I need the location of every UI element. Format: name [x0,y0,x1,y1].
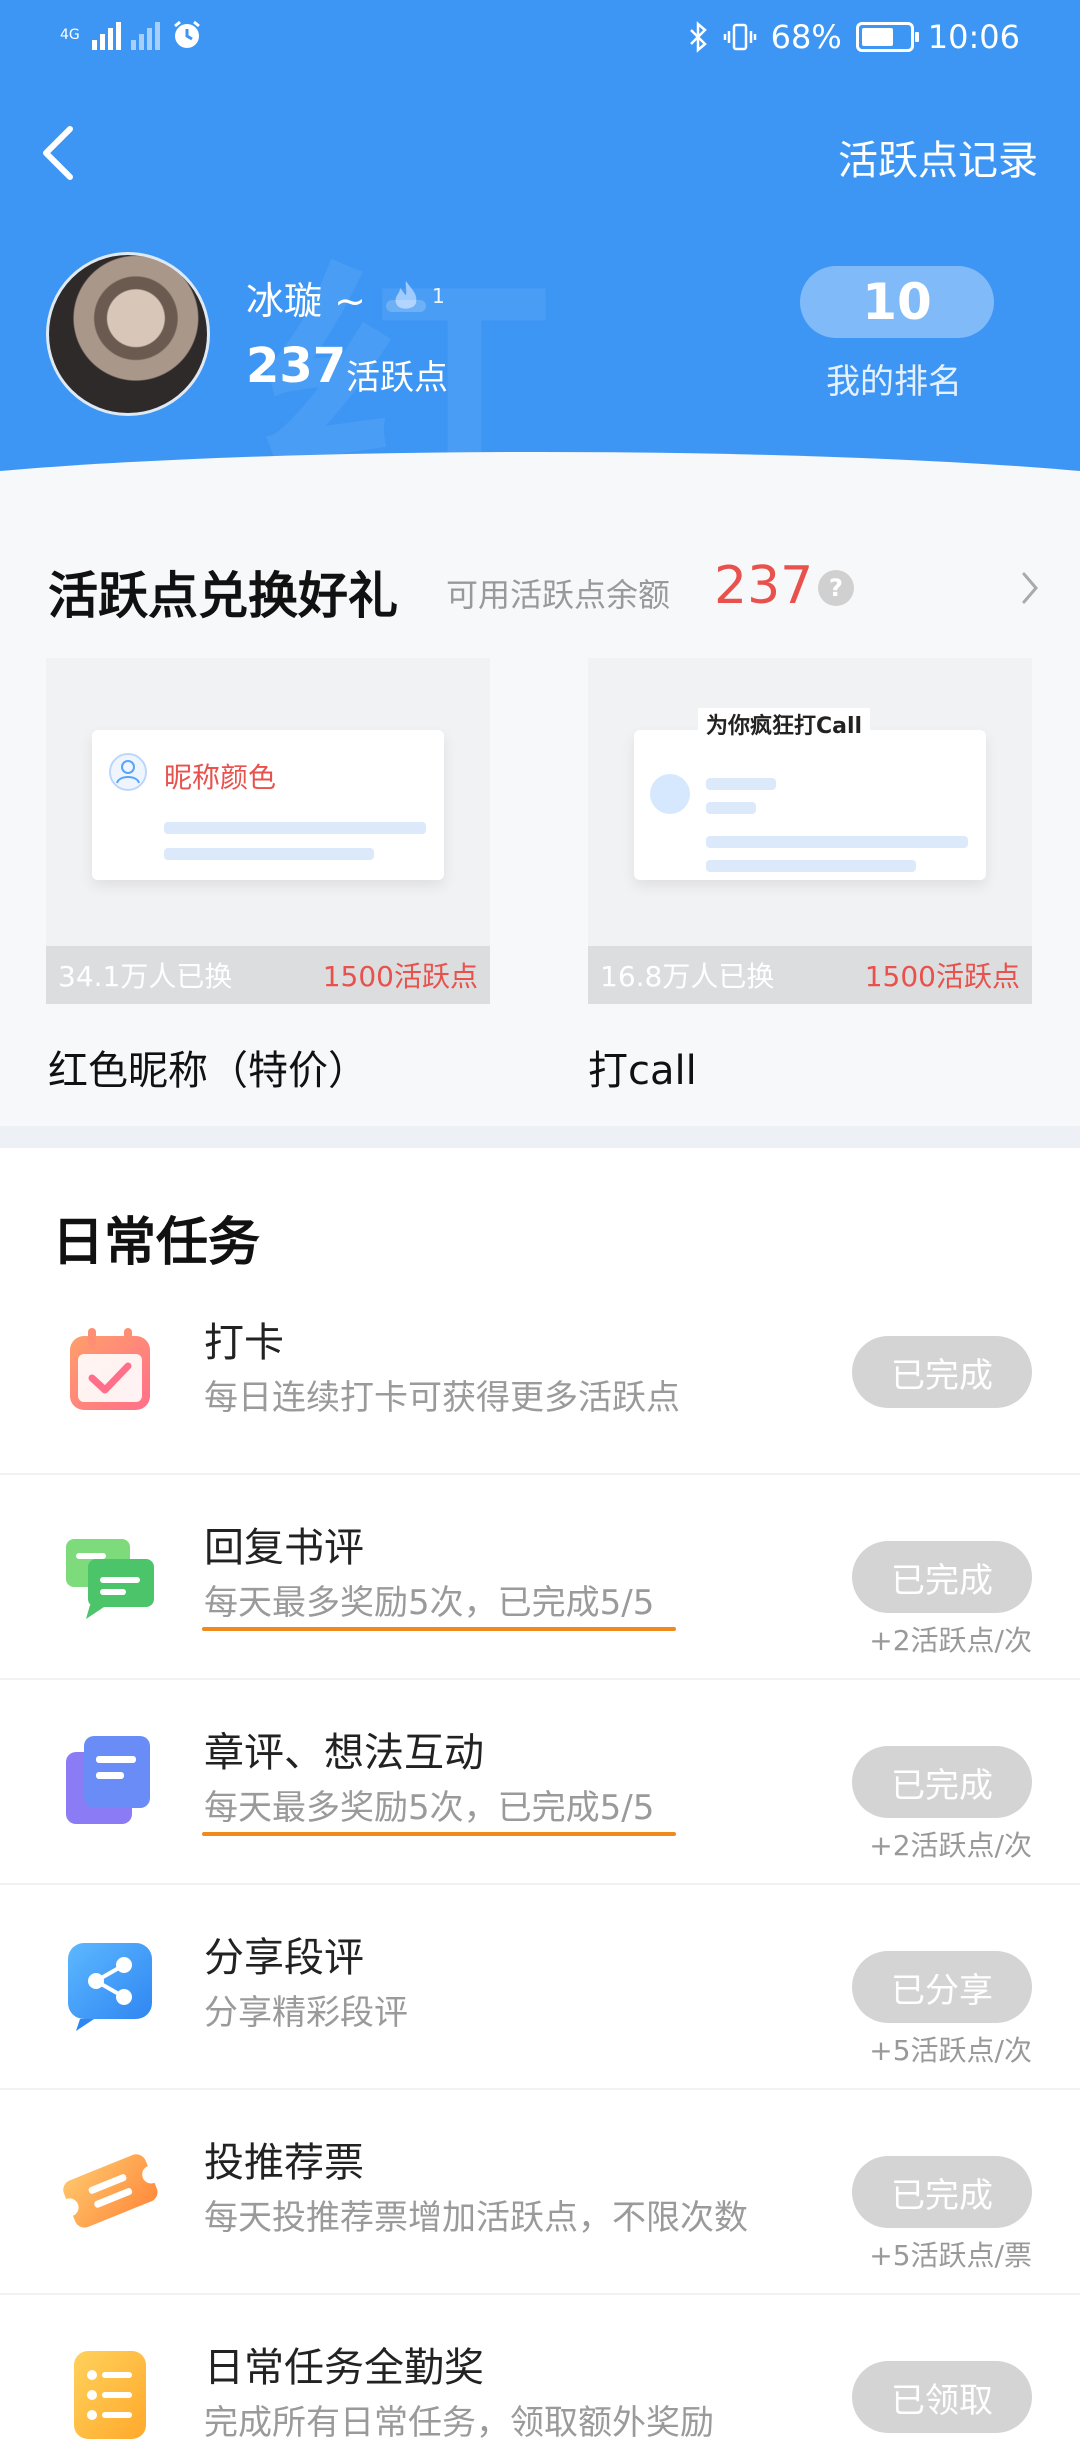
gift-card-red-nickname[interactable]: 昵称颜色 34.1万人已换 1500活跃点 [46,658,490,1004]
task-desc: 每天投推荐票增加活跃点，不限次数 [204,2198,748,2238]
gift-card-call[interactable]: 为你疯狂打Call 16.8万人已换 1500活跃点 [588,658,1032,1004]
preview-line [706,836,968,848]
task-status-button[interactable]: 已领取 [852,2361,1032,2433]
task-row-recommend-ticket: 投推荐票 每天投推荐票增加活跃点，不限次数 已完成 +5活跃点/票 [0,2090,1080,2295]
signal-icon [91,20,121,50]
battery-percent: 68% [770,18,842,56]
bluetooth-icon [689,21,707,53]
gift-name[interactable]: 打call [588,1038,697,1096]
gift-footer: 34.1万人已换 1500活跃点 [46,946,490,1004]
header-curve [0,452,1080,490]
back-button[interactable] [38,118,98,188]
task-name: 日常任务全勤奖 [204,2345,484,2391]
gift-preview-label: 昵称颜色 [164,761,277,794]
preview-line [164,822,426,834]
battery-icon [855,22,919,52]
gift-preview [634,730,986,880]
task-row-checkin: 打卡 每日连续打卡可获得更多活跃点 已完成 [0,1270,1080,1475]
user-icon [109,753,147,791]
task-row-chapter-comments: 章评、想法互动 每天最多奖励5次，已完成5/5 已完成 +2活跃点/次 [0,1680,1080,1885]
preview-line [706,860,916,872]
task-status-button[interactable]: 已完成 [852,1336,1032,1408]
chevron-right-icon [1022,572,1038,604]
gift-exchanged-count: 16.8万人已换 [600,960,775,993]
task-reward: +2活跃点/次 [869,1624,1032,1657]
alarm-icon [173,20,200,48]
exchange-more-button[interactable] [1018,568,1042,612]
task-reward: +5活跃点/票 [869,2239,1032,2272]
network-type: 4G [60,27,80,43]
task-desc: 分享精彩段评 [204,1993,408,2033]
comment-cards-icon [66,1736,150,1824]
task-row-full-attendance: 日常任务全勤奖 完成所有日常任务，领取额外奖励 已领取 [0,2295,1080,2459]
status-bar: 4G 68% 10:06 [0,0,1080,80]
level-badge: 1 [386,278,445,314]
activity-record-link[interactable]: 活跃点记录 [838,128,1038,186]
preview-avatar [650,774,690,814]
user-name: 冰璇 ~ [246,279,366,323]
task-status-button[interactable]: 已完成 [852,1746,1032,1818]
task-status-button[interactable]: 已完成 [852,2156,1032,2228]
available-label: 可用活跃点余额 [446,576,671,614]
list-icon [74,2351,146,2439]
task-name: 回复书评 [204,1525,364,1571]
status-left: 4G [60,18,204,52]
ticket-icon [60,2154,160,2228]
preview-line [164,848,374,860]
task-desc: 每天最多奖励5次，已完成5/5 [204,1788,655,1828]
task-name: 打卡 [204,1320,284,1366]
task-status-button[interactable]: 已完成 [852,1541,1032,1613]
gift-preview: 昵称颜色 [92,730,444,880]
task-name: 分享段评 [204,1935,364,1981]
task-reward: +5活跃点/次 [869,2034,1032,2067]
task-reward: +2活跃点/次 [869,1829,1032,1862]
header-watermark: 红 [260,235,560,490]
gift-name[interactable]: 红色昵称（特价） [48,1038,368,1096]
daily-tasks-title: 日常任务 [52,1212,261,1273]
flame-icon [386,281,426,312]
task-name: 投推荐票 [204,2140,364,2186]
exchange-title: 活跃点兑换好礼 [48,566,398,625]
task-desc: 每日连续打卡可获得更多活跃点 [204,1378,680,1418]
chevron-left-icon [43,126,73,180]
gift-cost: 1500活跃点 [864,960,1020,993]
status-right: 68% 10:06 [687,18,1020,56]
gift-exchanged-count: 34.1万人已换 [58,960,233,993]
chat-bubbles-icon [66,1539,154,1619]
preview-line [706,802,756,814]
gift-call-banner: 为你疯狂打Call [698,708,871,740]
task-name: 章评、想法互动 [204,1730,484,1776]
gift-cost: 1500活跃点 [322,960,478,993]
avatar[interactable] [46,252,210,416]
rank-label: 我的排名 [826,362,962,402]
rank-value[interactable]: 10 [800,266,994,338]
share-icon [68,1943,152,2031]
clock: 10:06 [927,18,1020,56]
user-points: 237 [246,338,347,394]
task-desc: 每天最多奖励5次，已完成5/5 [204,1583,655,1623]
signal-icon-2 [130,20,160,50]
highlight-underline [202,1627,676,1631]
task-status-button[interactable]: 已分享 [852,1951,1032,2023]
calendar-check-icon [70,1328,150,1410]
task-row-reply-review: 回复书评 每天最多奖励5次，已完成5/5 已完成 +2活跃点/次 [0,1475,1080,1680]
user-points-unit: 活跃点 [346,358,448,398]
help-icon[interactable]: ? [818,570,854,606]
vibrate-icon [723,23,756,51]
available-balance: 237 [714,556,814,616]
level-number: 1 [432,284,445,308]
highlight-underline [202,1832,676,1836]
section-divider [0,1126,1080,1148]
gift-footer: 16.8万人已换 1500活跃点 [588,946,1032,1004]
preview-line [706,778,776,790]
task-row-share: 分享段评 分享精彩段评 已分享 +5活跃点/次 [0,1885,1080,2090]
task-desc: 完成所有日常任务，领取额外奖励 [204,2403,714,2443]
